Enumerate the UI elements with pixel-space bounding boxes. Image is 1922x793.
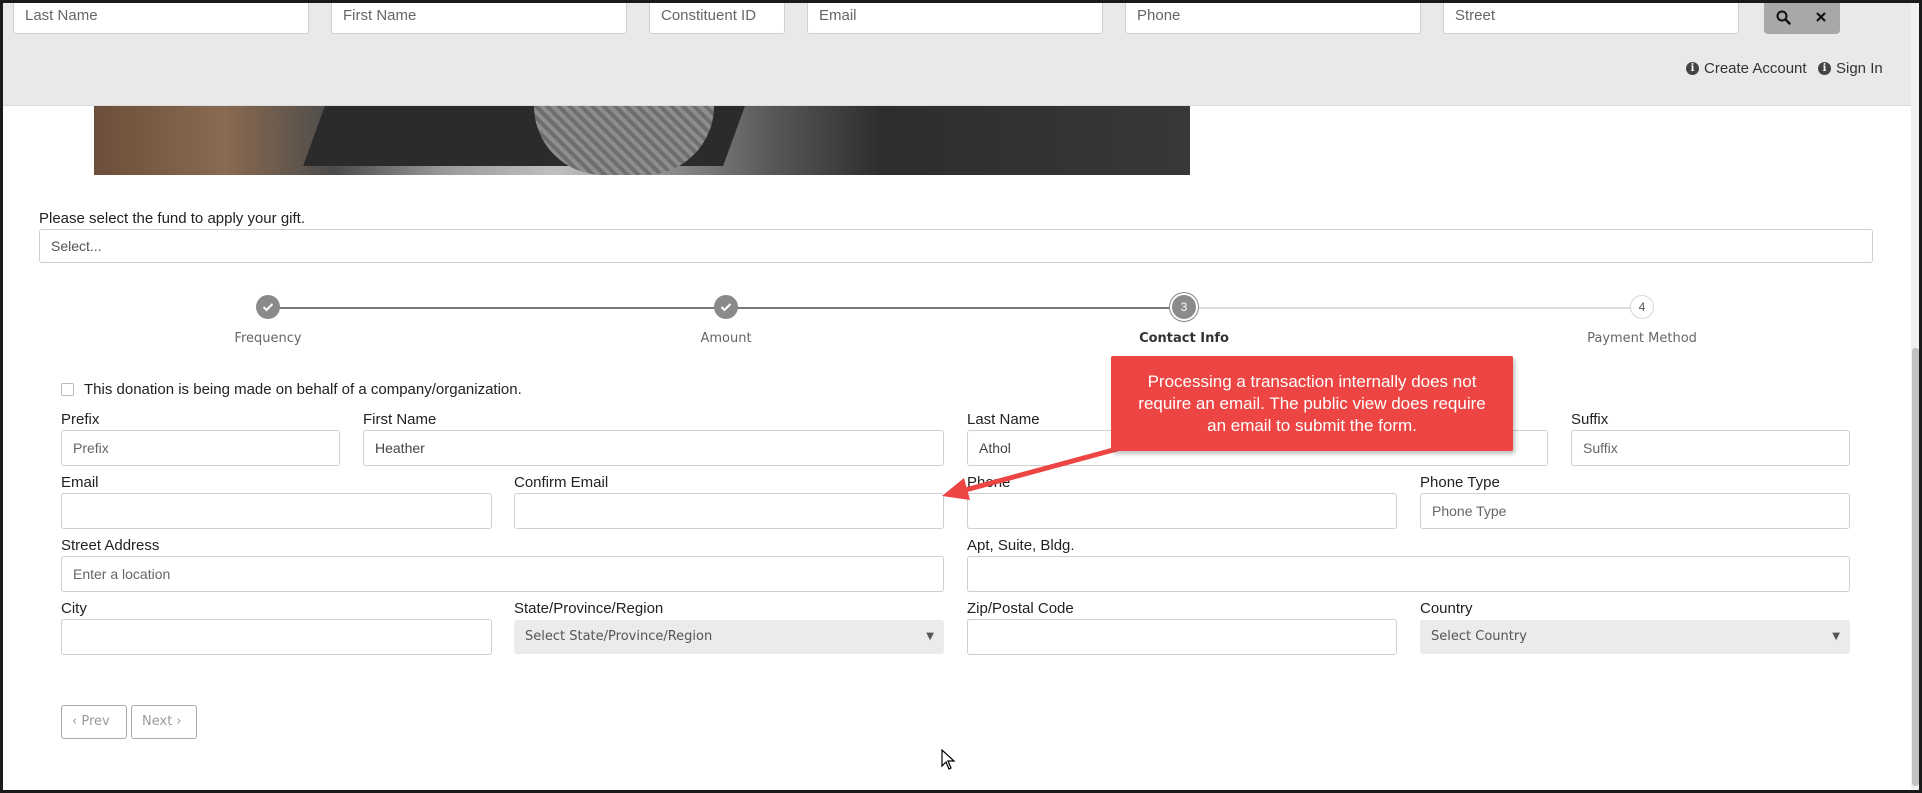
- last-name-label: Last Name: [967, 411, 1040, 428]
- email-field[interactable]: [61, 493, 492, 529]
- email-label: Email: [61, 474, 99, 491]
- suffix-field[interactable]: Suffix: [1571, 430, 1850, 466]
- chevron-down-icon: ▼: [1832, 631, 1840, 642]
- company-checkbox[interactable]: [61, 383, 74, 396]
- scrollbar-thumb[interactable]: [1912, 348, 1919, 786]
- info-icon: i: [1818, 62, 1831, 75]
- prev-button[interactable]: ‹ Prev: [61, 705, 127, 739]
- phone-search-input[interactable]: Phone: [1125, 0, 1421, 34]
- country-select[interactable]: Select Country ▼: [1420, 620, 1850, 654]
- suffix-label: Suffix: [1571, 411, 1609, 428]
- phone-type-label: Phone Type: [1420, 474, 1500, 491]
- chevron-down-icon: ▼: [926, 631, 934, 642]
- country-select-value: Select Country: [1431, 629, 1527, 644]
- email-search-input[interactable]: Email: [807, 0, 1103, 34]
- street-search-input[interactable]: Street: [1443, 0, 1739, 34]
- search-actions: [1764, 0, 1840, 34]
- phone-type-field[interactable]: Phone Type: [1420, 493, 1850, 529]
- info-icon: i: [1686, 62, 1699, 75]
- sign-in-link[interactable]: i Sign In: [1818, 60, 1883, 77]
- street-address-field[interactable]: Enter a location: [61, 556, 944, 592]
- step-frequency-check-icon[interactable]: [256, 295, 280, 319]
- state-select-value: Select State/Province/Region: [525, 629, 713, 644]
- create-account-link[interactable]: i Create Account: [1686, 60, 1807, 77]
- last-name-search-input[interactable]: Last Name: [13, 0, 309, 34]
- company-checkbox-label: This donation is being made on behalf of…: [84, 381, 522, 398]
- zip-field[interactable]: [967, 619, 1397, 655]
- apt-label: Apt, Suite, Bldg.: [967, 537, 1075, 554]
- step-contact-info-marker: 3: [1172, 295, 1196, 319]
- first-name-search-input[interactable]: First Name: [331, 0, 627, 34]
- constituent-id-search-input[interactable]: Constituent ID: [649, 0, 785, 34]
- fund-select[interactable]: Select...: [39, 229, 1873, 263]
- mouse-cursor-icon: [941, 749, 956, 770]
- next-button[interactable]: Next ›: [131, 705, 197, 739]
- confirm-email-field[interactable]: [514, 493, 944, 529]
- step-payment-method-label[interactable]: Payment Method: [1587, 331, 1697, 346]
- city-label: City: [61, 600, 87, 617]
- apt-field[interactable]: [967, 556, 1850, 592]
- search-bar: Last Name First Name Constituent ID Emai…: [3, 0, 1914, 106]
- first-name-label: First Name: [363, 411, 437, 428]
- first-name-field[interactable]: Heather: [363, 430, 944, 466]
- close-icon[interactable]: [1802, 0, 1840, 34]
- state-select[interactable]: Select State/Province/Region ▼: [514, 620, 944, 654]
- step-frequency-label[interactable]: Frequency: [234, 331, 301, 346]
- step-contact-info-label: Contact Info: [1139, 331, 1229, 346]
- company-checkbox-row[interactable]: This donation is being made on behalf of…: [61, 381, 522, 398]
- fund-label: Please select the fund to apply your gif…: [39, 210, 305, 227]
- city-field[interactable]: [61, 619, 492, 655]
- step-amount-label[interactable]: Amount: [700, 331, 751, 346]
- banner-image: [94, 106, 1190, 175]
- annotation-callout: Processing a transaction internally does…: [1111, 356, 1513, 451]
- state-label: State/Province/Region: [514, 600, 664, 617]
- prefix-field[interactable]: Prefix: [61, 430, 340, 466]
- search-icon[interactable]: [1764, 0, 1802, 34]
- confirm-email-label: Confirm Email: [514, 474, 609, 491]
- create-account-label: Create Account: [1704, 60, 1807, 77]
- stepper-remaining-line: [1183, 307, 1642, 309]
- country-label: Country: [1420, 600, 1473, 617]
- annotation-arrow-icon: [942, 443, 1129, 500]
- zip-label: Zip/Postal Code: [967, 600, 1074, 617]
- step-payment-method-marker[interactable]: 4: [1630, 295, 1654, 319]
- street-address-label: Street Address: [61, 537, 160, 554]
- step-amount-check-icon[interactable]: [714, 295, 738, 319]
- prefix-label: Prefix: [61, 411, 100, 428]
- sign-in-label: Sign In: [1836, 60, 1883, 77]
